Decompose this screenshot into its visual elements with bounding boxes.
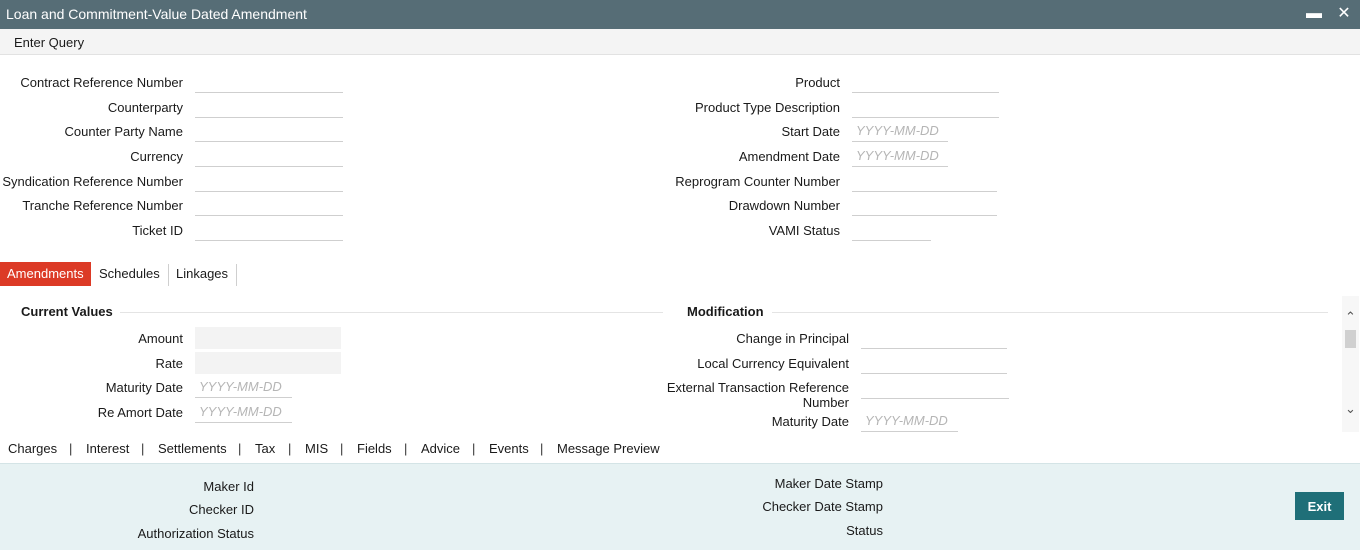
section-divider — [772, 312, 1328, 313]
enter-query-button[interactable]: Enter Query — [14, 35, 84, 50]
window-titlebar: Loan and Commitment-Value Dated Amendmen… — [0, 0, 1360, 29]
subnav-separator: | — [238, 441, 242, 456]
external-transaction-reference-number-input[interactable] — [861, 377, 1009, 399]
content-scrollbar[interactable]: ⌃ ⌄ — [1342, 296, 1359, 432]
tranche-reference-number-label: Tranche Reference Number — [22, 198, 183, 213]
close-icon[interactable]: ✕ — [1335, 4, 1353, 24]
vami-status-input[interactable] — [852, 219, 931, 241]
re-amort-date-input[interactable] — [195, 401, 292, 423]
counter-party-name-input[interactable] — [195, 120, 343, 142]
current-values-heading: Current Values — [21, 304, 113, 319]
change-in-principal-input[interactable] — [861, 327, 1007, 349]
scroll-down-icon[interactable]: ⌄ — [1342, 402, 1359, 416]
maker-date-stamp-label: Maker Date Stamp — [774, 476, 883, 491]
exit-button[interactable]: Exit — [1295, 492, 1344, 520]
ticket-id-input[interactable] — [195, 219, 343, 241]
subnav-settlements[interactable]: Settlements — [158, 441, 227, 456]
section-divider — [120, 312, 663, 313]
reprogram-counter-number-label: Reprogram Counter Number — [675, 174, 840, 189]
external-transaction-reference-label-line1: External Transaction Reference — [666, 380, 849, 395]
subnav-events[interactable]: Events — [489, 441, 529, 456]
amount-label: Amount — [138, 331, 183, 346]
syndication-reference-number-input[interactable] — [195, 170, 343, 192]
subnav-mis[interactable]: MIS — [305, 441, 328, 456]
checker-id-label: Checker ID — [188, 502, 254, 517]
tab-linkages[interactable]: Linkages — [169, 262, 235, 286]
product-label: Product — [795, 75, 840, 90]
local-currency-equivalent-label: Local Currency Equivalent — [697, 356, 849, 371]
tab-amendments[interactable]: Amendments — [0, 262, 91, 286]
rate-label: Rate — [155, 356, 183, 371]
syndication-reference-number-label: Syndication Reference Number — [2, 174, 183, 189]
subnav-charges[interactable]: Charges — [8, 441, 57, 456]
subnav-advice[interactable]: Advice — [421, 441, 460, 456]
minimize-icon[interactable]: ▬ — [1305, 4, 1323, 24]
current-maturity-date-input[interactable] — [195, 376, 292, 398]
new-maturity-date-label: Maturity Date — [771, 414, 849, 429]
start-date-input[interactable] — [852, 120, 948, 142]
window-title: Loan and Commitment-Value Dated Amendmen… — [6, 6, 307, 22]
product-input[interactable] — [852, 71, 999, 93]
maker-id-label: Maker Id — [203, 479, 254, 494]
subnav-tax[interactable]: Tax — [255, 441, 275, 456]
checker-date-stamp-label: Checker Date Stamp — [762, 499, 883, 514]
subnav-separator: | — [472, 441, 476, 456]
tab-divider — [236, 264, 237, 286]
amendment-date-label: Amendment Date — [738, 149, 840, 164]
start-date-label: Start Date — [781, 124, 840, 139]
vami-status-label: VAMI Status — [768, 223, 840, 238]
toolbar: Enter Query — [0, 29, 1360, 55]
rate-field — [195, 352, 341, 374]
new-maturity-date-input[interactable] — [861, 410, 958, 432]
ticket-id-label: Ticket ID — [132, 223, 183, 238]
counterparty-label: Counterparty — [107, 100, 183, 115]
status-label: Status — [846, 523, 883, 538]
tranche-reference-number-input[interactable] — [195, 194, 343, 216]
current-maturity-date-label: Maturity Date — [105, 380, 183, 395]
product-type-description-label: Product Type Description — [695, 100, 840, 115]
counterparty-input[interactable] — [195, 96, 343, 118]
subnav-separator: | — [404, 441, 408, 456]
product-type-description-input[interactable] — [852, 96, 999, 118]
amount-field — [195, 327, 341, 349]
subnav-separator: | — [69, 441, 73, 456]
subnav-interest[interactable]: Interest — [86, 441, 129, 456]
re-amort-date-label: Re Amort Date — [97, 405, 183, 420]
contract-reference-number-label: Contract Reference Number — [20, 75, 183, 90]
subnav-separator: | — [340, 441, 344, 456]
scroll-thumb[interactable] — [1345, 330, 1356, 348]
external-transaction-reference-label-line2: Number — [802, 395, 849, 410]
tab-schedules[interactable]: Schedules — [92, 262, 167, 286]
subnav-fields[interactable]: Fields — [357, 441, 392, 456]
counter-party-name-label: Counter Party Name — [64, 124, 184, 139]
scroll-up-icon[interactable]: ⌃ — [1342, 310, 1359, 324]
change-in-principal-label: Change in Principal — [736, 331, 849, 346]
modification-heading: Modification — [687, 304, 764, 319]
subnav-separator: | — [141, 441, 145, 456]
subnav-message-preview[interactable]: Message Preview — [557, 441, 660, 456]
contract-reference-number-input[interactable] — [195, 71, 343, 93]
amendment-date-input[interactable] — [852, 145, 948, 167]
currency-label: Currency — [130, 149, 183, 164]
drawdown-number-input[interactable] — [852, 194, 997, 216]
drawdown-number-label: Drawdown Number — [728, 198, 840, 213]
subnav-separator: | — [288, 441, 292, 456]
reprogram-counter-number-input[interactable] — [852, 170, 997, 192]
currency-input[interactable] — [195, 145, 343, 167]
subnav-separator: | — [540, 441, 544, 456]
authorization-status-label: Authorization Status — [137, 526, 254, 541]
local-currency-equivalent-input[interactable] — [861, 352, 1007, 374]
